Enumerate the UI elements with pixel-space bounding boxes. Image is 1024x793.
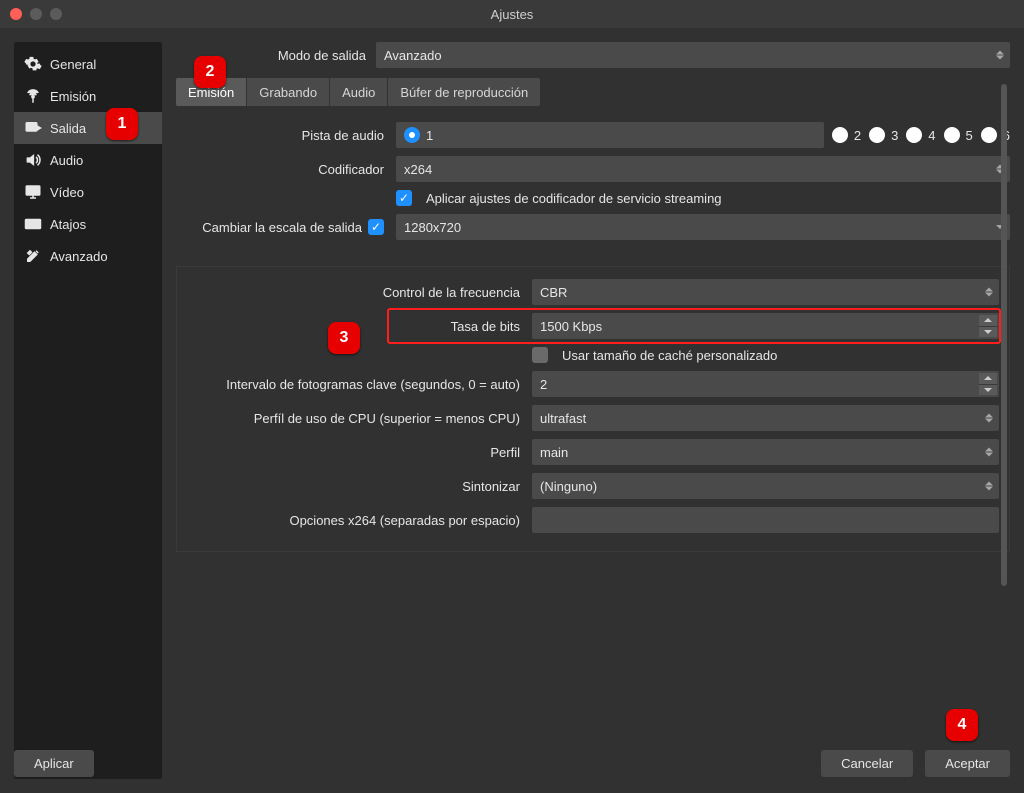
spinner-buttons[interactable]: [979, 373, 997, 395]
chevron-updown-icon: [985, 288, 993, 297]
output-tabs: Emisión Grabando Audio Búfer de reproduc…: [176, 78, 540, 106]
chevron-updown-icon: [996, 51, 1004, 60]
annotation-3: 3: [328, 322, 360, 354]
enforce-service-label: Aplicar ajustes de codificador de servic…: [426, 191, 722, 206]
encoder-select[interactable]: x264: [396, 156, 1010, 182]
keyint-spinner[interactable]: 2: [532, 371, 999, 397]
sidebar-item-output[interactable]: Salida: [14, 112, 162, 144]
sidebar-item-label: General: [50, 57, 96, 72]
tab-audio[interactable]: Audio: [329, 78, 387, 106]
audio-track-2[interactable]: 2: [832, 127, 861, 143]
rate-control-select[interactable]: CBR: [532, 279, 999, 305]
sidebar-item-label: Atajos: [50, 217, 86, 232]
settings-sidebar: General Emisión Salida Audio Vídeo Atajo…: [14, 42, 162, 779]
keyboard-icon: [24, 215, 42, 233]
encoder-settings-group: Control de la frecuencia CBR Tasa de bit…: [176, 266, 1010, 552]
rescale-resolution-select[interactable]: 1280x720: [396, 214, 1010, 240]
spinner-buttons[interactable]: [979, 315, 997, 337]
annotation-4: 4: [946, 709, 978, 741]
titlebar: Ajustes: [0, 0, 1024, 28]
bitrate-spinner[interactable]: 1500 Kbps: [532, 313, 999, 339]
tab-recording[interactable]: Grabando: [246, 78, 329, 106]
annotation-1: 1: [106, 108, 138, 140]
rescale-checkbox[interactable]: [368, 219, 384, 235]
custom-buffer-label: Usar tamaño de caché personalizado: [562, 348, 777, 363]
tune-select[interactable]: (Ninguno): [532, 473, 999, 499]
audio-track-label: Pista de audio: [176, 128, 396, 143]
profile-select[interactable]: main: [532, 439, 999, 465]
audio-track-3[interactable]: 3: [869, 127, 898, 143]
encoder-label: Codificador: [176, 162, 396, 177]
sidebar-item-audio[interactable]: Audio: [14, 144, 162, 176]
sidebar-item-general[interactable]: General: [14, 48, 162, 80]
audio-track-1[interactable]: 1: [396, 122, 824, 148]
antenna-icon: [24, 87, 42, 105]
audio-track-radiogroup: 1 2 3 4 5 6: [396, 122, 1010, 148]
chevron-updown-icon: [985, 482, 993, 491]
sidebar-item-label: Salida: [50, 121, 86, 136]
ok-button[interactable]: Aceptar: [925, 750, 1010, 777]
keyint-label: Intervalo de fotogramas clave (segundos,…: [187, 377, 532, 392]
sidebar-item-label: Avanzado: [50, 249, 108, 264]
rate-control-label: Control de la frecuencia: [187, 285, 532, 300]
output-icon: [24, 119, 42, 137]
cancel-button[interactable]: Cancelar: [821, 750, 913, 777]
audio-track-4[interactable]: 4: [906, 127, 935, 143]
sidebar-item-advanced[interactable]: Avanzado: [14, 240, 162, 272]
chevron-updown-icon: [985, 414, 993, 423]
sidebar-item-label: Audio: [50, 153, 83, 168]
chevron-updown-icon: [985, 448, 993, 457]
audio-track-5[interactable]: 5: [944, 127, 973, 143]
sidebar-item-label: Vídeo: [50, 185, 84, 200]
x264opts-label: Opciones x264 (separadas por espacio): [187, 513, 532, 528]
window-title: Ajustes: [0, 7, 1024, 22]
sidebar-item-hotkeys[interactable]: Atajos: [14, 208, 162, 240]
monitor-icon: [24, 183, 42, 201]
cpu-preset-label: Perfíl de uso de CPU (superior = menos C…: [187, 411, 532, 426]
tab-replay-buffer[interactable]: Búfer de reproducción: [387, 78, 540, 106]
output-settings-panel: Modo de salida Avanzado Emisión Grabando…: [176, 42, 1010, 779]
custom-buffer-checkbox[interactable]: [532, 347, 548, 363]
annotation-2: 2: [194, 56, 226, 88]
gear-icon: [24, 55, 42, 73]
x264opts-input[interactable]: [532, 507, 999, 533]
speaker-icon: [24, 151, 42, 169]
tools-icon: [24, 247, 42, 265]
tune-label: Sintonizar: [187, 479, 532, 494]
rescale-label: Cambiar la escala de salida: [202, 220, 362, 235]
sidebar-item-stream[interactable]: Emisión: [14, 80, 162, 112]
scrollbar[interactable]: [1000, 84, 1008, 711]
apply-button[interactable]: Aplicar: [14, 750, 94, 777]
sidebar-item-label: Emisión: [50, 89, 96, 104]
output-mode-select[interactable]: Avanzado: [376, 42, 1010, 68]
sidebar-item-video[interactable]: Vídeo: [14, 176, 162, 208]
cpu-preset-select[interactable]: ultrafast: [532, 405, 999, 431]
enforce-service-checkbox[interactable]: [396, 190, 412, 206]
profile-label: Perfil: [187, 445, 532, 460]
